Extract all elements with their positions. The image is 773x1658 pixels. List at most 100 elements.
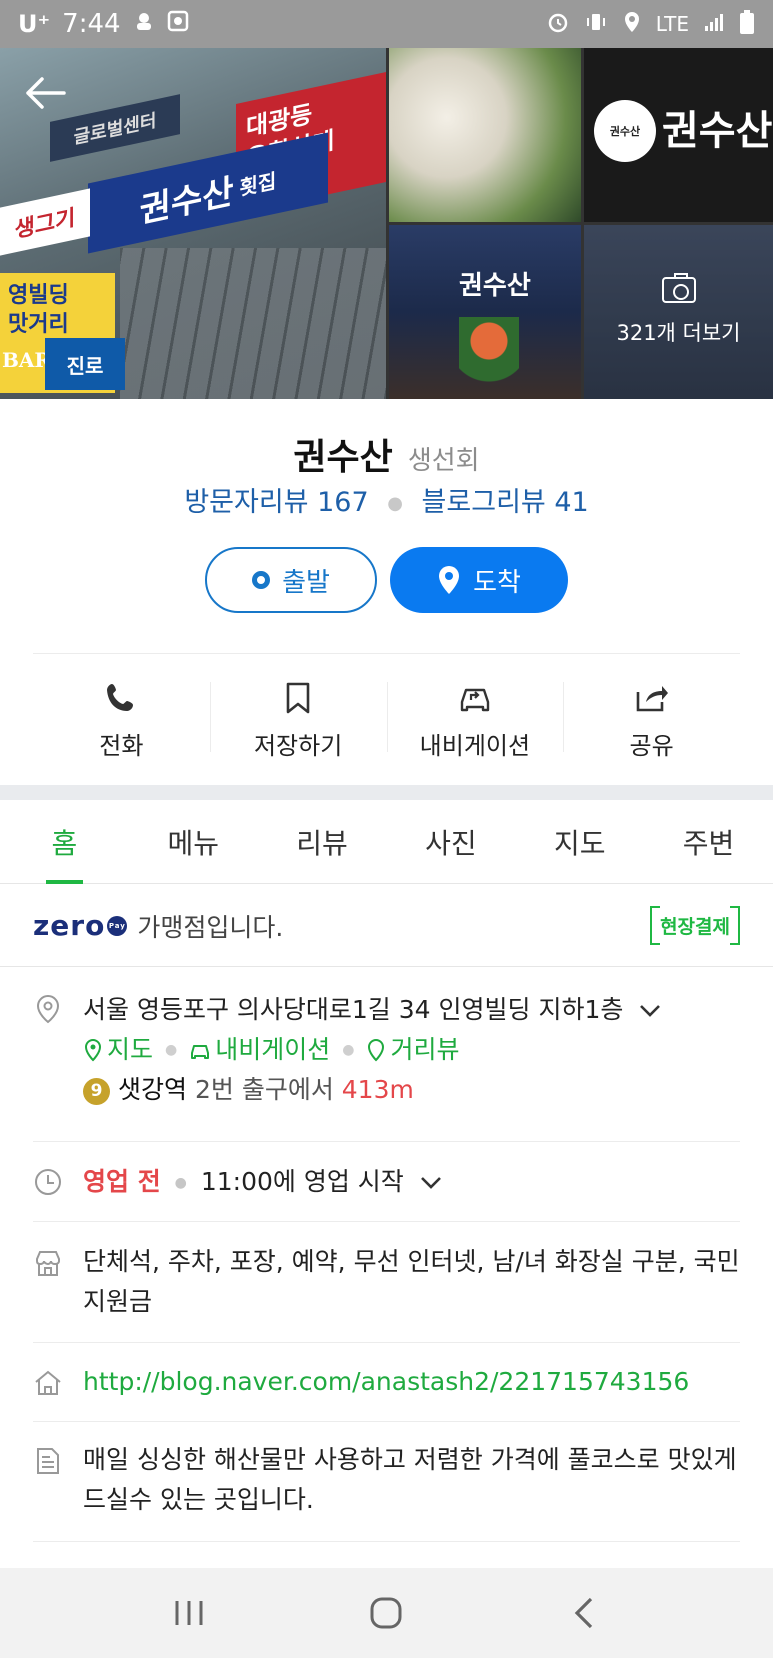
- place-title: 권수산 생선회: [0, 428, 773, 480]
- destination-pin-icon: [439, 566, 460, 594]
- clock-icon: [35, 1169, 61, 1195]
- camera-icon: [661, 273, 696, 303]
- review-counts: 방문자리뷰 167 ● 블로그리뷰 41: [0, 480, 773, 519]
- navi-link[interactable]: 내비게이션: [189, 1030, 330, 1070]
- battery-icon: [739, 9, 755, 40]
- street-view-icon: [368, 1038, 385, 1062]
- zero-pay-logo: zero Pay: [33, 909, 128, 942]
- visitor-reviews-link[interactable]: 방문자리뷰 167: [184, 487, 368, 518]
- blog-reviews-link[interactable]: 블로그리뷰 41: [422, 487, 589, 518]
- tab-photo[interactable]: 사진: [386, 800, 515, 883]
- tab-review[interactable]: 리뷰: [258, 800, 387, 883]
- route-start-label: 출발: [282, 567, 330, 598]
- facilities-section: 단체석, 주차, 포장, 예약, 무선 인터넷, 남/녀 화장실 구분, 국민지…: [33, 1242, 740, 1322]
- street-view-link[interactable]: 거리뷰: [366, 1030, 459, 1070]
- separator-dot: ●: [165, 1042, 178, 1058]
- store-icon: [36, 1251, 60, 1276]
- notification-icon: [133, 9, 155, 39]
- save-button[interactable]: 저장하기: [209, 660, 387, 778]
- building-sign: 글로벌센터: [50, 94, 180, 162]
- onsite-payment-badge[interactable]: 현장결제: [650, 906, 740, 945]
- call-button[interactable]: 전화: [33, 660, 210, 778]
- station-name: 샛강역: [118, 1075, 188, 1104]
- address-row[interactable]: 서울 영등포구 의사당대로1길 34 인영빌딩 지하1층: [83, 990, 740, 1030]
- facilities-text: 단체석, 주차, 포장, 예약, 무선 인터넷, 남/녀 화장실 구분, 국민지…: [83, 1247, 740, 1316]
- entrance-photo[interactable]: 권수산: [389, 225, 581, 399]
- navigation-button[interactable]: 내비게이션: [386, 660, 564, 778]
- address-links: 지도 ● 내비게이션 ● 거리뷰: [83, 1030, 740, 1070]
- back-nav-button[interactable]: [554, 1583, 614, 1643]
- route-end-label: 도착: [473, 567, 521, 598]
- business-status: 영업 전: [83, 1167, 161, 1196]
- navigation-label: 내비게이션: [419, 732, 531, 760]
- save-label: 저장하기: [253, 732, 343, 760]
- bar-sign: BAR: [2, 348, 52, 372]
- tab-menu[interactable]: 메뉴: [129, 800, 258, 883]
- separator-dot: ●: [342, 1042, 355, 1058]
- store-sign: 권수산 횟집: [88, 132, 328, 254]
- document-icon: [37, 1448, 59, 1474]
- vibrate-icon: [584, 10, 608, 39]
- call-label: 전화: [99, 732, 144, 760]
- hours-section[interactable]: 영업 전 ● 11:00에 영업 시작: [33, 1162, 740, 1203]
- tab-map[interactable]: 지도: [515, 800, 644, 883]
- store-logo: 권수산: [594, 100, 656, 162]
- subway-row: 9 샛강역 2번 출구에서 413m: [83, 1070, 740, 1110]
- description-text: 매일 싱싱한 해산물만 사용하고 저렴한 가격에 풀코스로 맛있게 드실수 있는…: [83, 1445, 737, 1514]
- flower-decoration: [459, 317, 519, 397]
- route-end-button[interactable]: 도착: [390, 547, 568, 613]
- action-bar: 전화 저장하기 내비게이션 공유: [33, 660, 740, 778]
- white-sign: 생그기: [0, 188, 90, 256]
- food-photo[interactable]: [389, 48, 581, 222]
- chevron-left-icon: [574, 1597, 593, 1629]
- screenshot-icon: [167, 9, 189, 39]
- distance: 413m: [341, 1075, 414, 1104]
- carrier-label: U⁺: [18, 10, 51, 38]
- zero-pay-row: zero Pay 가맹점입니다. 현장결제: [0, 885, 773, 967]
- more-photos-button[interactable]: 321개 더보기: [584, 225, 773, 399]
- divider: [33, 1421, 740, 1422]
- more-photos-label: 321개 더보기: [616, 321, 741, 345]
- website-section: http://blog.naver.com/anastash2/22171574…: [33, 1362, 740, 1402]
- entrance-sign: 권수산: [459, 271, 531, 301]
- separator-dot: ●: [387, 493, 403, 514]
- home-square-icon: [370, 1597, 402, 1629]
- tab-nearby[interactable]: 주변: [644, 800, 773, 883]
- recent-apps-button[interactable]: [159, 1583, 219, 1643]
- back-button[interactable]: [22, 70, 68, 116]
- map-link[interactable]: 지도: [83, 1030, 153, 1070]
- share-icon: [636, 686, 668, 712]
- share-label: 공유: [629, 732, 674, 760]
- divider: [33, 653, 740, 654]
- photo-gallery: 글로벌센터 대광등 유황삼계 권수산횟집 생그기 영빌딩 맛거리 BAR 진로 …: [0, 48, 773, 399]
- divider: [33, 1221, 740, 1222]
- arrow-left-icon: [26, 77, 66, 109]
- divider: [33, 1141, 740, 1142]
- opening-time: 11:00에 영업 시작: [200, 1167, 404, 1196]
- clock: 7:44: [62, 9, 121, 39]
- place-name: 권수산: [293, 437, 393, 478]
- system-nav-bar: [0, 1568, 773, 1658]
- tab-home[interactable]: 홈: [0, 800, 129, 884]
- address-section: 서울 영등포구 의사당대로1길 34 인영빌딩 지하1층 지도 ● 내비게이션 …: [33, 990, 740, 1110]
- route-start-button[interactable]: 출발: [205, 547, 377, 613]
- phone-icon: [107, 684, 134, 711]
- home-icon: [35, 1370, 61, 1395]
- subway-line-badge: 9: [83, 1078, 110, 1105]
- website-link[interactable]: http://blog.naver.com/anastash2/22171574…: [83, 1367, 689, 1396]
- home-button[interactable]: [356, 1583, 416, 1643]
- place-category: 생선회: [407, 446, 480, 476]
- divider: [33, 1342, 740, 1343]
- signal-icon: [703, 11, 725, 38]
- canopy: [120, 248, 386, 399]
- chevron-down-icon: [420, 1177, 441, 1189]
- zero-pay-text: 가맹점입니다.: [137, 912, 284, 942]
- start-point-icon: [252, 571, 271, 589]
- recent-apps-icon: [175, 1601, 203, 1625]
- map-pin-icon: [84, 1038, 102, 1062]
- share-button[interactable]: 공유: [563, 660, 740, 778]
- bookmark-icon: [286, 682, 310, 714]
- logo-photo[interactable]: 권수산 권수산: [584, 48, 773, 222]
- blue-sign: 진로: [45, 338, 125, 390]
- alarm-icon: [546, 10, 570, 39]
